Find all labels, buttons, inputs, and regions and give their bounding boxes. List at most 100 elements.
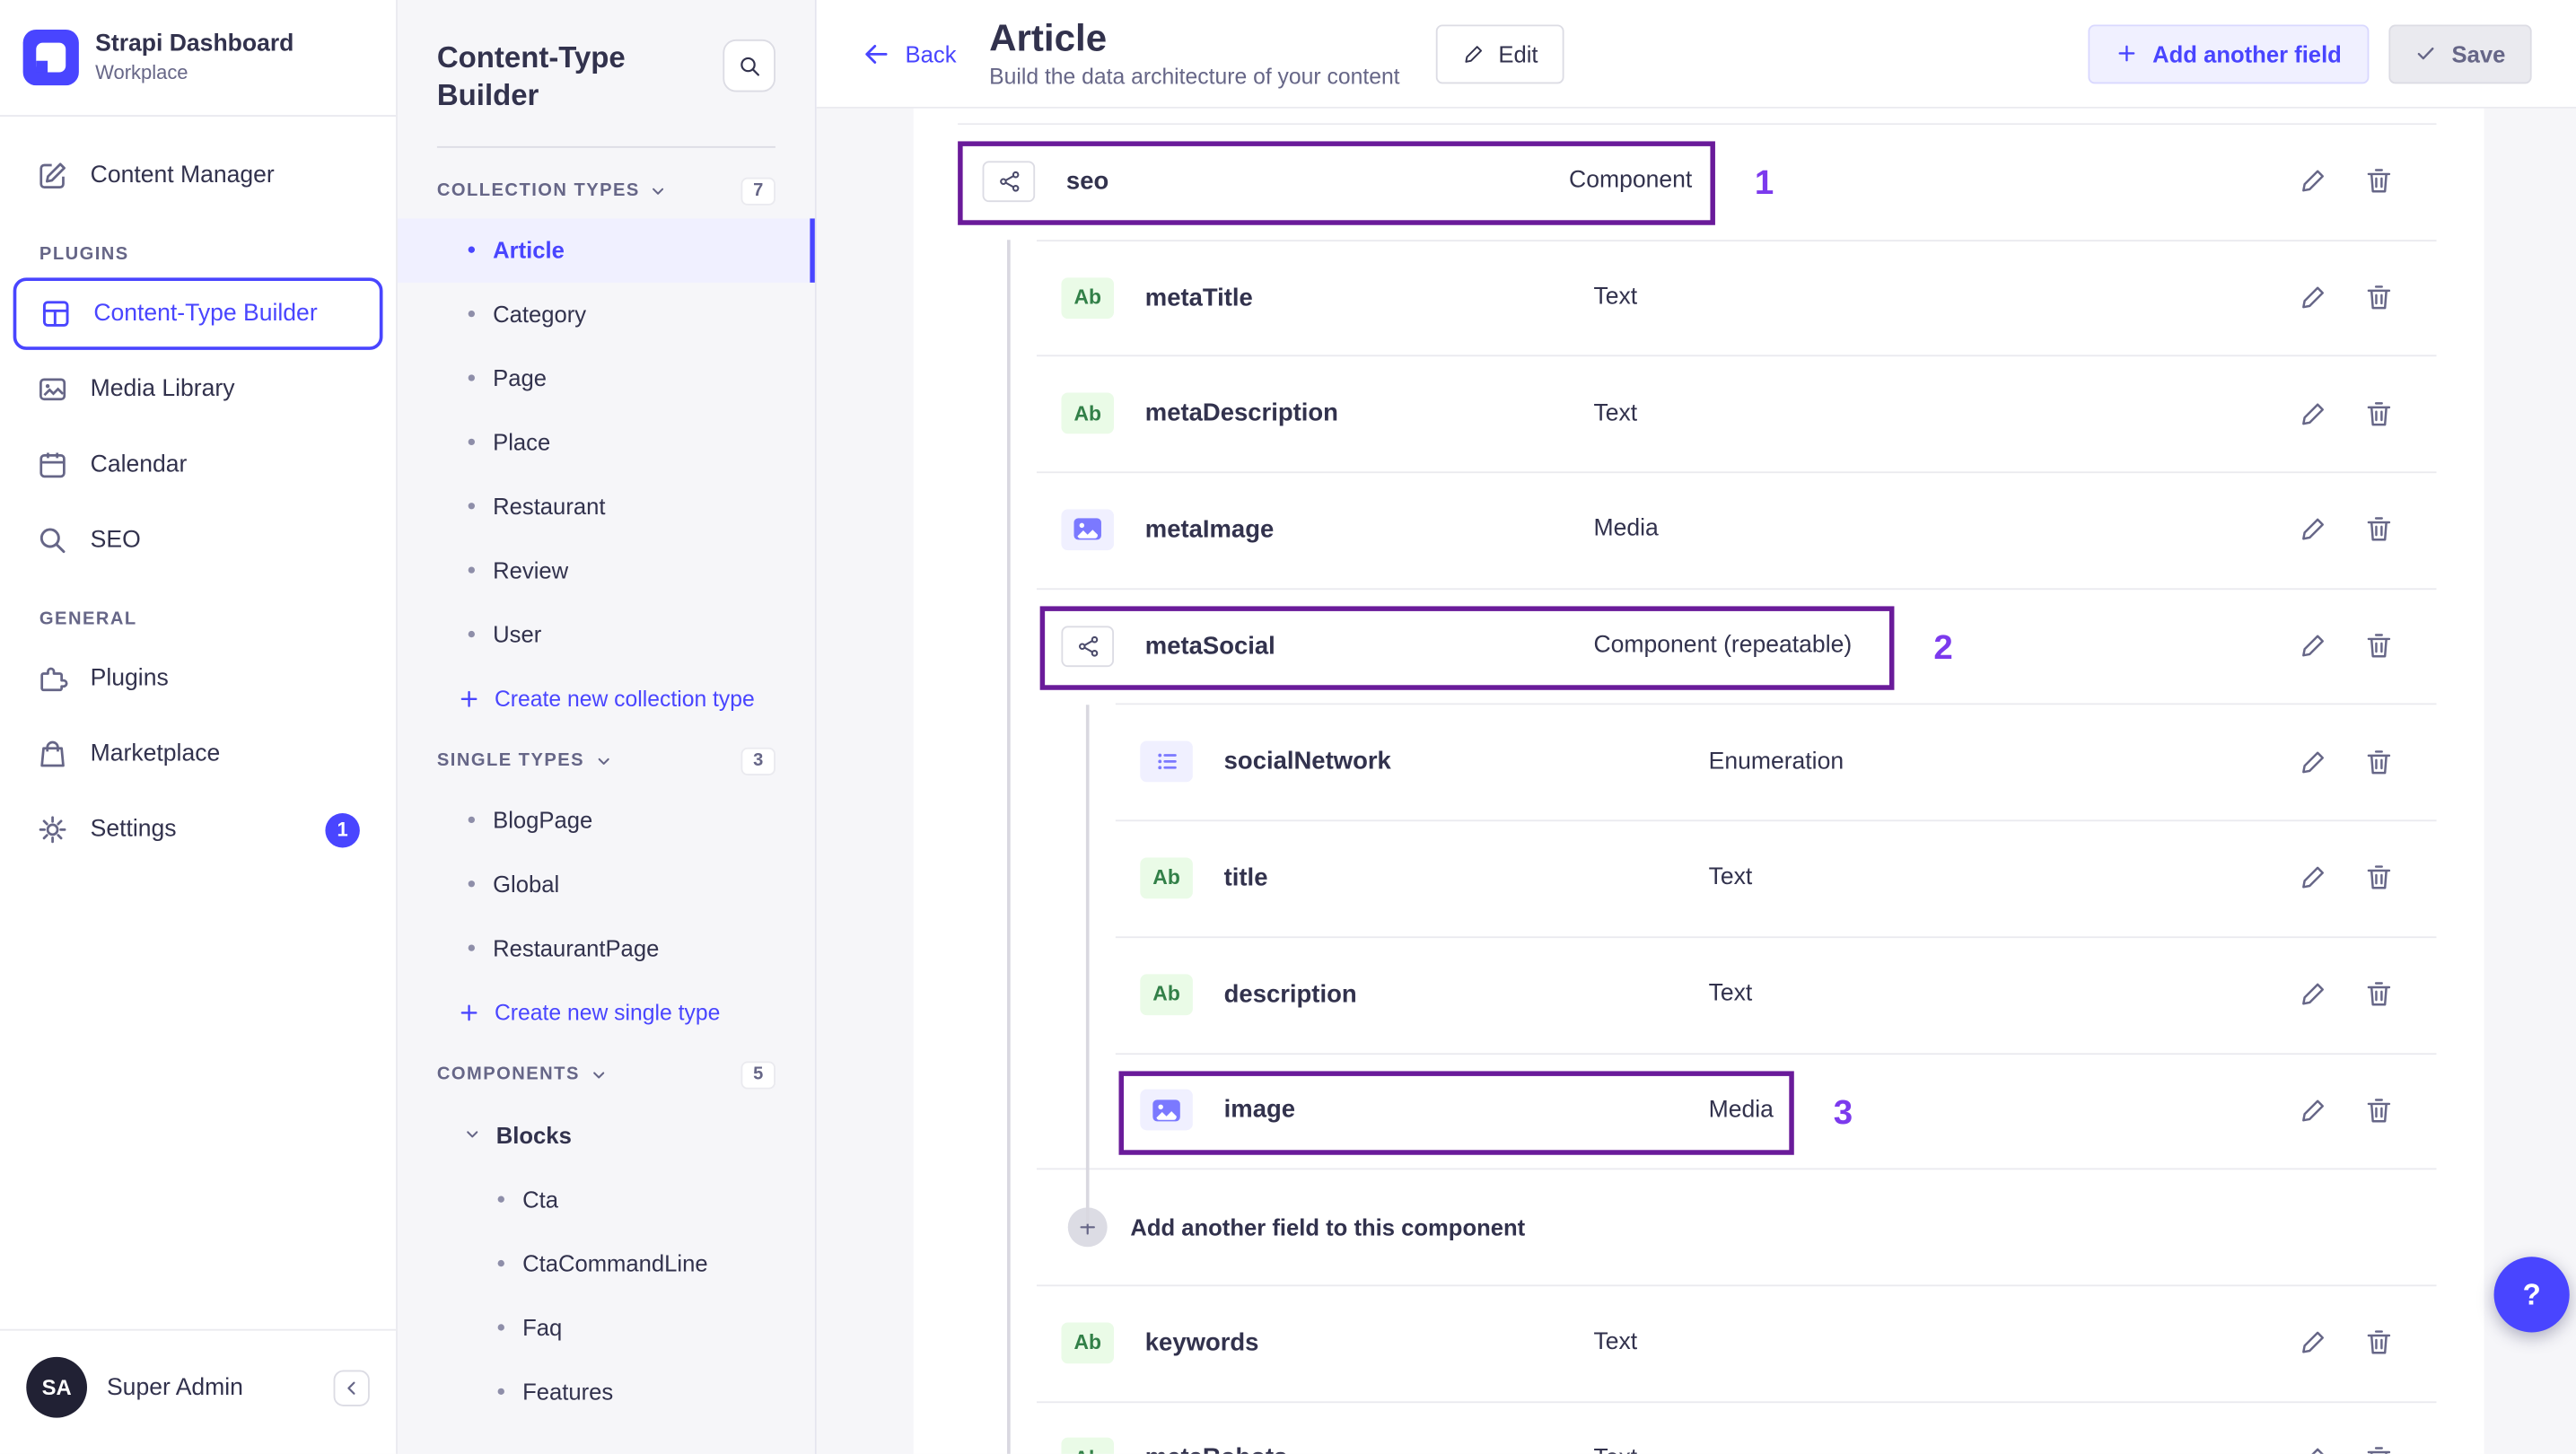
single-types-group-header[interactable]: SINGLE TYPES 3 [398,717,815,788]
collapse-sidebar-button[interactable] [333,1369,370,1406]
delete-field-button[interactable] [2364,747,2394,776]
workspace-switcher[interactable]: Strapi Dashboard Workplace [0,0,397,117]
single-type-global[interactable]: Global [398,853,815,916]
edit-field-button[interactable] [2299,1096,2328,1126]
delete-field-button[interactable] [2364,515,2394,545]
field-name: metaTitle [1144,283,1253,311]
edit-field-button[interactable] [2299,979,2328,1009]
user-name: Super Admin [106,1374,243,1401]
save-button[interactable]: Save [2388,23,2532,83]
delete-field-button[interactable] [2364,399,2394,428]
chevron-left-icon [342,1378,362,1397]
field-row-seo[interactable]: seo Component [958,123,2437,239]
avatar[interactable]: SA [26,1357,88,1418]
delete-field-button[interactable] [2364,979,2394,1009]
sidebar-item-label: SEO [90,527,141,554]
back-label: Back [905,39,957,67]
group-count-badge: 5 [740,1061,775,1090]
shopping-bag-icon [36,738,69,771]
component-ctacommandline[interactable]: CtaCommandLine [398,1231,815,1295]
edit-field-button[interactable] [2299,283,2328,312]
single-type-blogpage[interactable]: BlogPage [398,788,815,852]
item-label: Restaurant [493,493,606,520]
sidebar-item-content-type-builder[interactable]: Content-Type Builder [13,277,383,350]
collection-type-article[interactable]: Article [397,218,815,283]
tree-line [1085,705,1089,1224]
field-type: Component (repeatable) [1593,632,1853,660]
field-row-metarobots[interactable]: Ab metaRobots Text [958,1400,2437,1454]
sidebar-item-calendar[interactable]: Calendar [13,429,383,502]
delete-field-button[interactable] [2364,863,2394,893]
edit-field-button[interactable] [2299,747,2328,776]
text-field-icon: Ab [1061,1321,1115,1363]
component-category-blocks[interactable]: Blocks [398,1102,815,1168]
plus-icon [459,688,480,710]
field-name: metaDescription [1144,399,1338,428]
field-row-title[interactable]: Ab title Text [958,819,2437,936]
sidebar-item-seo[interactable]: SEO [13,504,383,577]
sidebar-item-content-manager[interactable]: Content Manager [13,140,383,213]
collection-type-restaurant[interactable]: Restaurant [398,475,815,539]
sidebar-item-label: Plugins [90,665,169,692]
field-name: seo [1065,167,1109,196]
collection-type-user[interactable]: User [398,602,815,666]
edit-button[interactable]: Edit [1435,23,1564,83]
single-type-restaurantpage[interactable]: RestaurantPage [398,916,815,980]
delete-field-button[interactable] [2364,166,2394,196]
field-row-metatitle[interactable]: Ab metaTitle Text [958,239,2437,355]
collection-type-category[interactable]: Category [398,282,815,346]
collection-type-review[interactable]: Review [398,539,815,602]
collection-types-group-header[interactable]: COLLECTION TYPES 7 [398,147,815,218]
delete-field-button[interactable] [2364,631,2394,661]
puzzle-icon [36,662,69,696]
panel-search-button[interactable] [723,39,775,92]
edit-field-button[interactable] [2299,1327,2328,1357]
field-row-metasocial[interactable]: metaSocial Component (repeatable) [958,587,2437,704]
component-cta[interactable]: Cta [398,1168,815,1231]
component-faq[interactable]: Faq [398,1296,815,1360]
sidebar-item-settings[interactable]: Settings 1 [13,793,383,866]
back-link[interactable]: Back [861,39,957,68]
help-button[interactable]: ? [2493,1257,2570,1333]
edit-field-button[interactable] [2299,631,2328,661]
delete-field-button[interactable] [2364,1096,2394,1126]
field-row-image[interactable]: image Media [958,1052,2437,1168]
add-field-to-component-row[interactable]: Add another field to this component [958,1168,2437,1284]
item-label: RestaurantPage [493,935,660,962]
sidebar-item-plugins[interactable]: Plugins [13,643,383,715]
sidebar-item-label: Content-Type Builder [93,300,318,328]
field-row-description[interactable]: Ab description Text [958,935,2437,1052]
edit-field-button[interactable] [2299,166,2328,196]
sidebar-item-media-library[interactable]: Media Library [13,354,383,426]
field-row-metaimage[interactable]: metaImage Media [958,471,2437,587]
sidebar-nav: Content Manager PLUGINS Content-Type Bui… [0,117,396,1329]
delete-field-button[interactable] [2364,283,2394,312]
calendar-icon [36,449,69,482]
sidebar-item-marketplace[interactable]: Marketplace [13,718,383,791]
field-type: Component [1569,168,1693,195]
workspace-title: Strapi Dashboard [95,31,294,58]
collection-type-page[interactable]: Page [398,346,815,410]
field-row-socialnetwork[interactable]: socialNetwork Enumeration [958,704,2437,819]
item-label: CtaCommandLine [522,1250,708,1277]
search-icon [36,524,69,557]
settings-notification-badge: 1 [325,812,360,847]
create-single-type-link[interactable]: Create new single type [398,980,759,1031]
collection-type-place[interactable]: Place [398,410,815,474]
field-row-keywords[interactable]: Ab keywords Text [958,1284,2437,1400]
page-title: Article [989,16,1108,59]
content-manager-icon [36,160,69,193]
edit-field-button[interactable] [2299,399,2328,428]
delete-field-button[interactable] [2364,1444,2394,1454]
edit-field-button[interactable] [2299,515,2328,545]
component-features[interactable]: Features [398,1360,815,1423]
strapi-logo [22,29,79,86]
components-group-header[interactable]: COMPONENTS 5 [398,1031,815,1102]
field-row-metadescription[interactable]: Ab metaDescription Text [958,355,2437,471]
add-another-field-button[interactable]: Add another field [2088,23,2370,83]
edit-field-button[interactable] [2299,1444,2328,1454]
sidebar-item-label: Settings [90,816,177,843]
edit-field-button[interactable] [2299,863,2328,893]
delete-field-button[interactable] [2364,1327,2394,1357]
create-collection-type-link[interactable]: Create new collection type [398,667,794,718]
